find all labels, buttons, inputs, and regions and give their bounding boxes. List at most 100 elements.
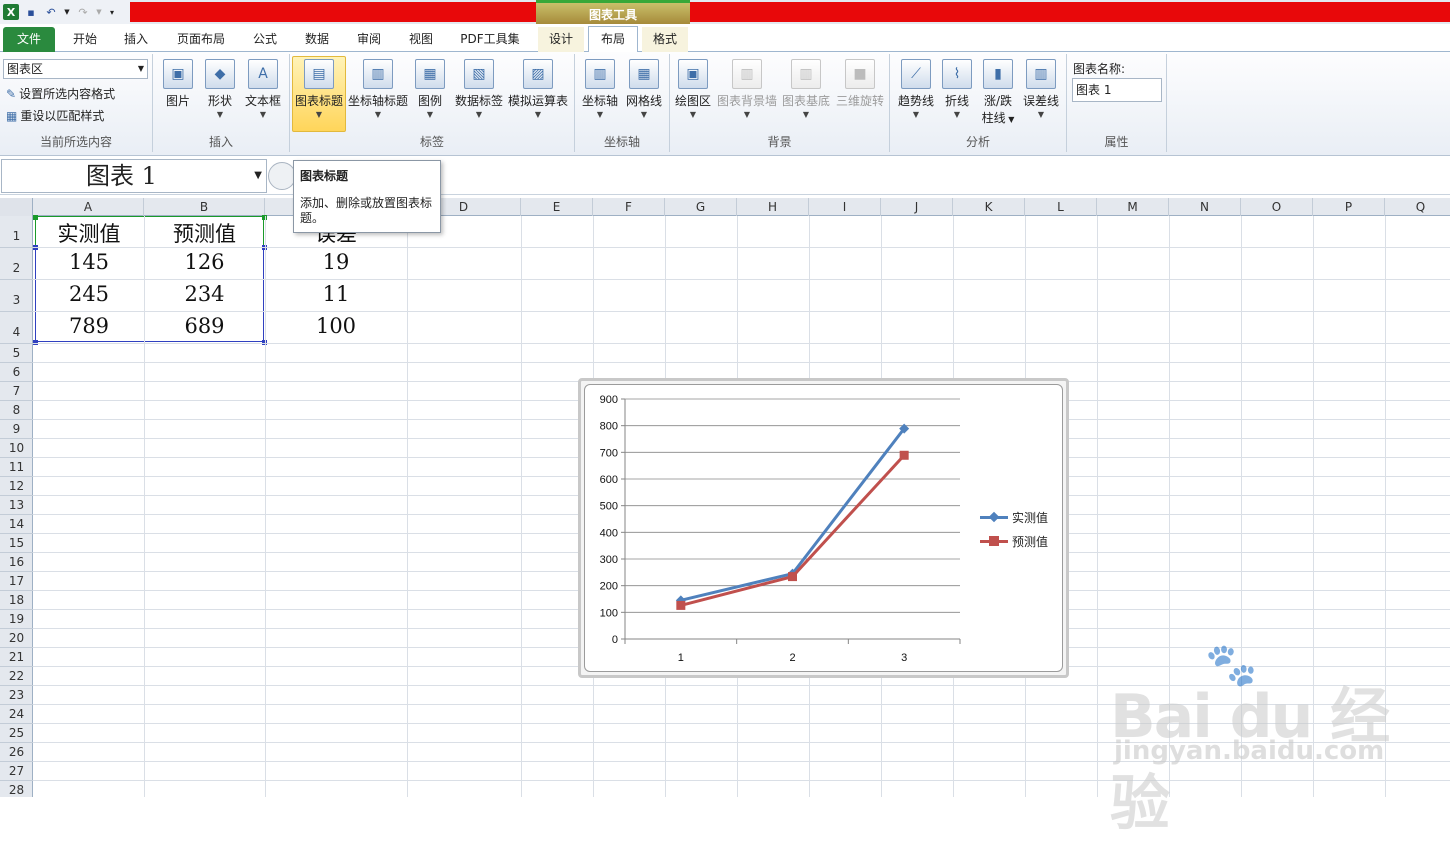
column-header-l[interactable]: L [1025, 198, 1097, 216]
row-header-14[interactable]: 14 [0, 515, 33, 534]
tab-data[interactable]: 数据 [294, 27, 340, 52]
tooltip-body: 添加、删除或放置图表标题。 [300, 196, 433, 225]
row-header-10[interactable]: 10 [0, 439, 33, 458]
column-header-k[interactable]: K [953, 198, 1025, 216]
column-header-m[interactable]: M [1097, 198, 1169, 216]
chart-elements-dropdown[interactable]: 图表区 ▼ [3, 59, 148, 79]
tab-format[interactable]: 格式 [642, 27, 688, 52]
data-labels-button[interactable]: ▧ 数据标签 ▼ [454, 57, 504, 121]
tab-review[interactable]: 审阅 [346, 27, 392, 52]
row-header-16[interactable]: 16 [0, 553, 33, 572]
undo-icon[interactable]: ↶ [43, 4, 59, 20]
row-header-7[interactable]: 7 [0, 382, 33, 401]
row-header-12[interactable]: 12 [0, 477, 33, 496]
tab-pdf-tools[interactable]: PDF工具集 [452, 27, 528, 52]
data-table-button[interactable]: ▨ 模拟运算表 ▼ [506, 57, 570, 121]
line-chart[interactable]: 0 100 200 300 400 500 600 700 800 900 1 2 3 [585, 385, 1064, 673]
row-header-1[interactable]: 1 [0, 216, 33, 248]
save-icon[interactable]: ▪ [23, 4, 39, 20]
chart-object[interactable]: 0 100 200 300 400 500 600 700 800 900 1 2 3 实测值 预测值 [578, 378, 1069, 678]
row-header-8[interactable]: 8 [0, 401, 33, 420]
row-header-17[interactable]: 17 [0, 572, 33, 591]
cell-c3[interactable]: 11 [265, 282, 407, 306]
name-box[interactable]: 图表 1 ▼ [1, 159, 267, 193]
picture-button[interactable]: ▣ 图片 [159, 57, 197, 109]
tab-page-layout[interactable]: 页面布局 [168, 27, 234, 52]
shapes-button[interactable]: ◆ 形状 ▼ [201, 57, 239, 121]
lines-button[interactable]: ⌇ 折线 ▼ [940, 57, 974, 121]
tab-design[interactable]: 设计 [538, 27, 584, 52]
tab-home[interactable]: 开始 [62, 27, 108, 52]
row-header-28[interactable]: 28 [0, 781, 33, 797]
column-header-a[interactable]: A [33, 198, 144, 216]
row-header-9[interactable]: 9 [0, 420, 33, 439]
redo-icon[interactable]: ↷ [75, 4, 91, 20]
x-tick-label: 2 [789, 652, 795, 664]
column-header-q[interactable]: Q [1385, 198, 1450, 216]
row-header-22[interactable]: 22 [0, 667, 33, 686]
row-header-25[interactable]: 25 [0, 724, 33, 743]
row-header-13[interactable]: 13 [0, 496, 33, 515]
chart-name-input[interactable]: 图表 1 [1072, 78, 1162, 102]
row-gridline [33, 247, 1450, 248]
column-header-i[interactable]: I [809, 198, 881, 216]
row-header-15[interactable]: 15 [0, 534, 33, 553]
undo-dropdown-icon[interactable]: ▼ [63, 4, 71, 20]
chevron-down-icon[interactable]: ▼ [254, 160, 262, 192]
column-header-j[interactable]: J [881, 198, 953, 216]
chart-title-button[interactable]: ▤ 图表标题 ▼ [292, 56, 346, 132]
column-header-o[interactable]: O [1241, 198, 1313, 216]
column-header-h[interactable]: H [737, 198, 809, 216]
row-header-26[interactable]: 26 [0, 743, 33, 762]
tab-file[interactable]: 文件 [3, 27, 55, 52]
formula-expand-button[interactable] [268, 162, 296, 190]
range-handle[interactable] [33, 215, 38, 220]
column-header-f[interactable]: F [593, 198, 665, 216]
row-header-27[interactable]: 27 [0, 762, 33, 781]
textbox-button[interactable]: A 文本框 ▼ [241, 57, 285, 121]
cell-c2[interactable]: 19 [265, 250, 407, 274]
tab-view[interactable]: 视图 [398, 27, 444, 52]
trendline-button[interactable]: ⟋ 趋势线 ▼ [894, 57, 938, 121]
row-header-24[interactable]: 24 [0, 705, 33, 724]
tab-formulas[interactable]: 公式 [242, 27, 288, 52]
row-header-3[interactable]: 3 [0, 280, 33, 312]
row-header-2[interactable]: 2 [0, 248, 33, 280]
row-header-21[interactable]: 21 [0, 648, 33, 667]
chart-area[interactable]: 0 100 200 300 400 500 600 700 800 900 1 2 3 实测值 预测值 [584, 384, 1063, 672]
column-header-n[interactable]: N [1169, 198, 1241, 216]
reset-to-match-style-button[interactable]: ▦ 重设以匹配样式 [6, 107, 104, 124]
row-header-6[interactable]: 6 [0, 363, 33, 382]
gridlines-button[interactable]: ▦ 网格线 ▼ [623, 57, 665, 121]
cell-c4[interactable]: 100 [265, 314, 407, 338]
customize-toolbar-icon[interactable]: ▾ [107, 4, 117, 20]
column-header-b[interactable]: B [144, 198, 265, 216]
format-selection-button[interactable]: ✎ 设置所选内容格式 [6, 85, 115, 102]
column-header-e[interactable]: E [521, 198, 593, 216]
chart-wall-button[interactable]: ▥ 图表背景墙 ▼ [716, 57, 778, 121]
column-header-p[interactable]: P [1313, 198, 1385, 216]
error-bars-button[interactable]: ▥ 误差线 ▼ [1020, 57, 1062, 121]
row-header-18[interactable]: 18 [0, 591, 33, 610]
legend-entry-actual[interactable]: 实测值 [980, 509, 1048, 526]
row-header-23[interactable]: 23 [0, 686, 33, 705]
column-header-g[interactable]: G [665, 198, 737, 216]
redo-dropdown-icon[interactable]: ▼ [95, 4, 103, 20]
row-header-20[interactable]: 20 [0, 629, 33, 648]
column-gridline [1097, 216, 1098, 797]
legend-button[interactable]: ▦ 图例 ▼ [412, 57, 448, 121]
row-header-11[interactable]: 11 [0, 458, 33, 477]
3d-rotation-button[interactable]: ■ 三维旋转 [834, 57, 886, 109]
select-all-corner[interactable] [0, 198, 33, 216]
plot-area-button[interactable]: ▣ 绘图区 ▼ [672, 57, 714, 121]
tab-insert[interactable]: 插入 [113, 27, 159, 52]
axes-button[interactable]: ▥ 坐标轴 ▼ [579, 57, 621, 121]
row-header-4[interactable]: 4 [0, 312, 33, 344]
chart-floor-button[interactable]: ▥ 图表基底 ▼ [780, 57, 832, 121]
axis-titles-button[interactable]: ▥ 坐标轴标题 ▼ [347, 57, 409, 121]
legend-entry-predicted[interactable]: 预测值 [980, 533, 1048, 550]
row-header-5[interactable]: 5 [0, 344, 33, 363]
row-header-19[interactable]: 19 [0, 610, 33, 629]
tab-layout[interactable]: 布局 [588, 26, 638, 53]
updown-bars-button[interactable]: ▮ 涨/跌 柱线 ▼ [978, 57, 1018, 126]
